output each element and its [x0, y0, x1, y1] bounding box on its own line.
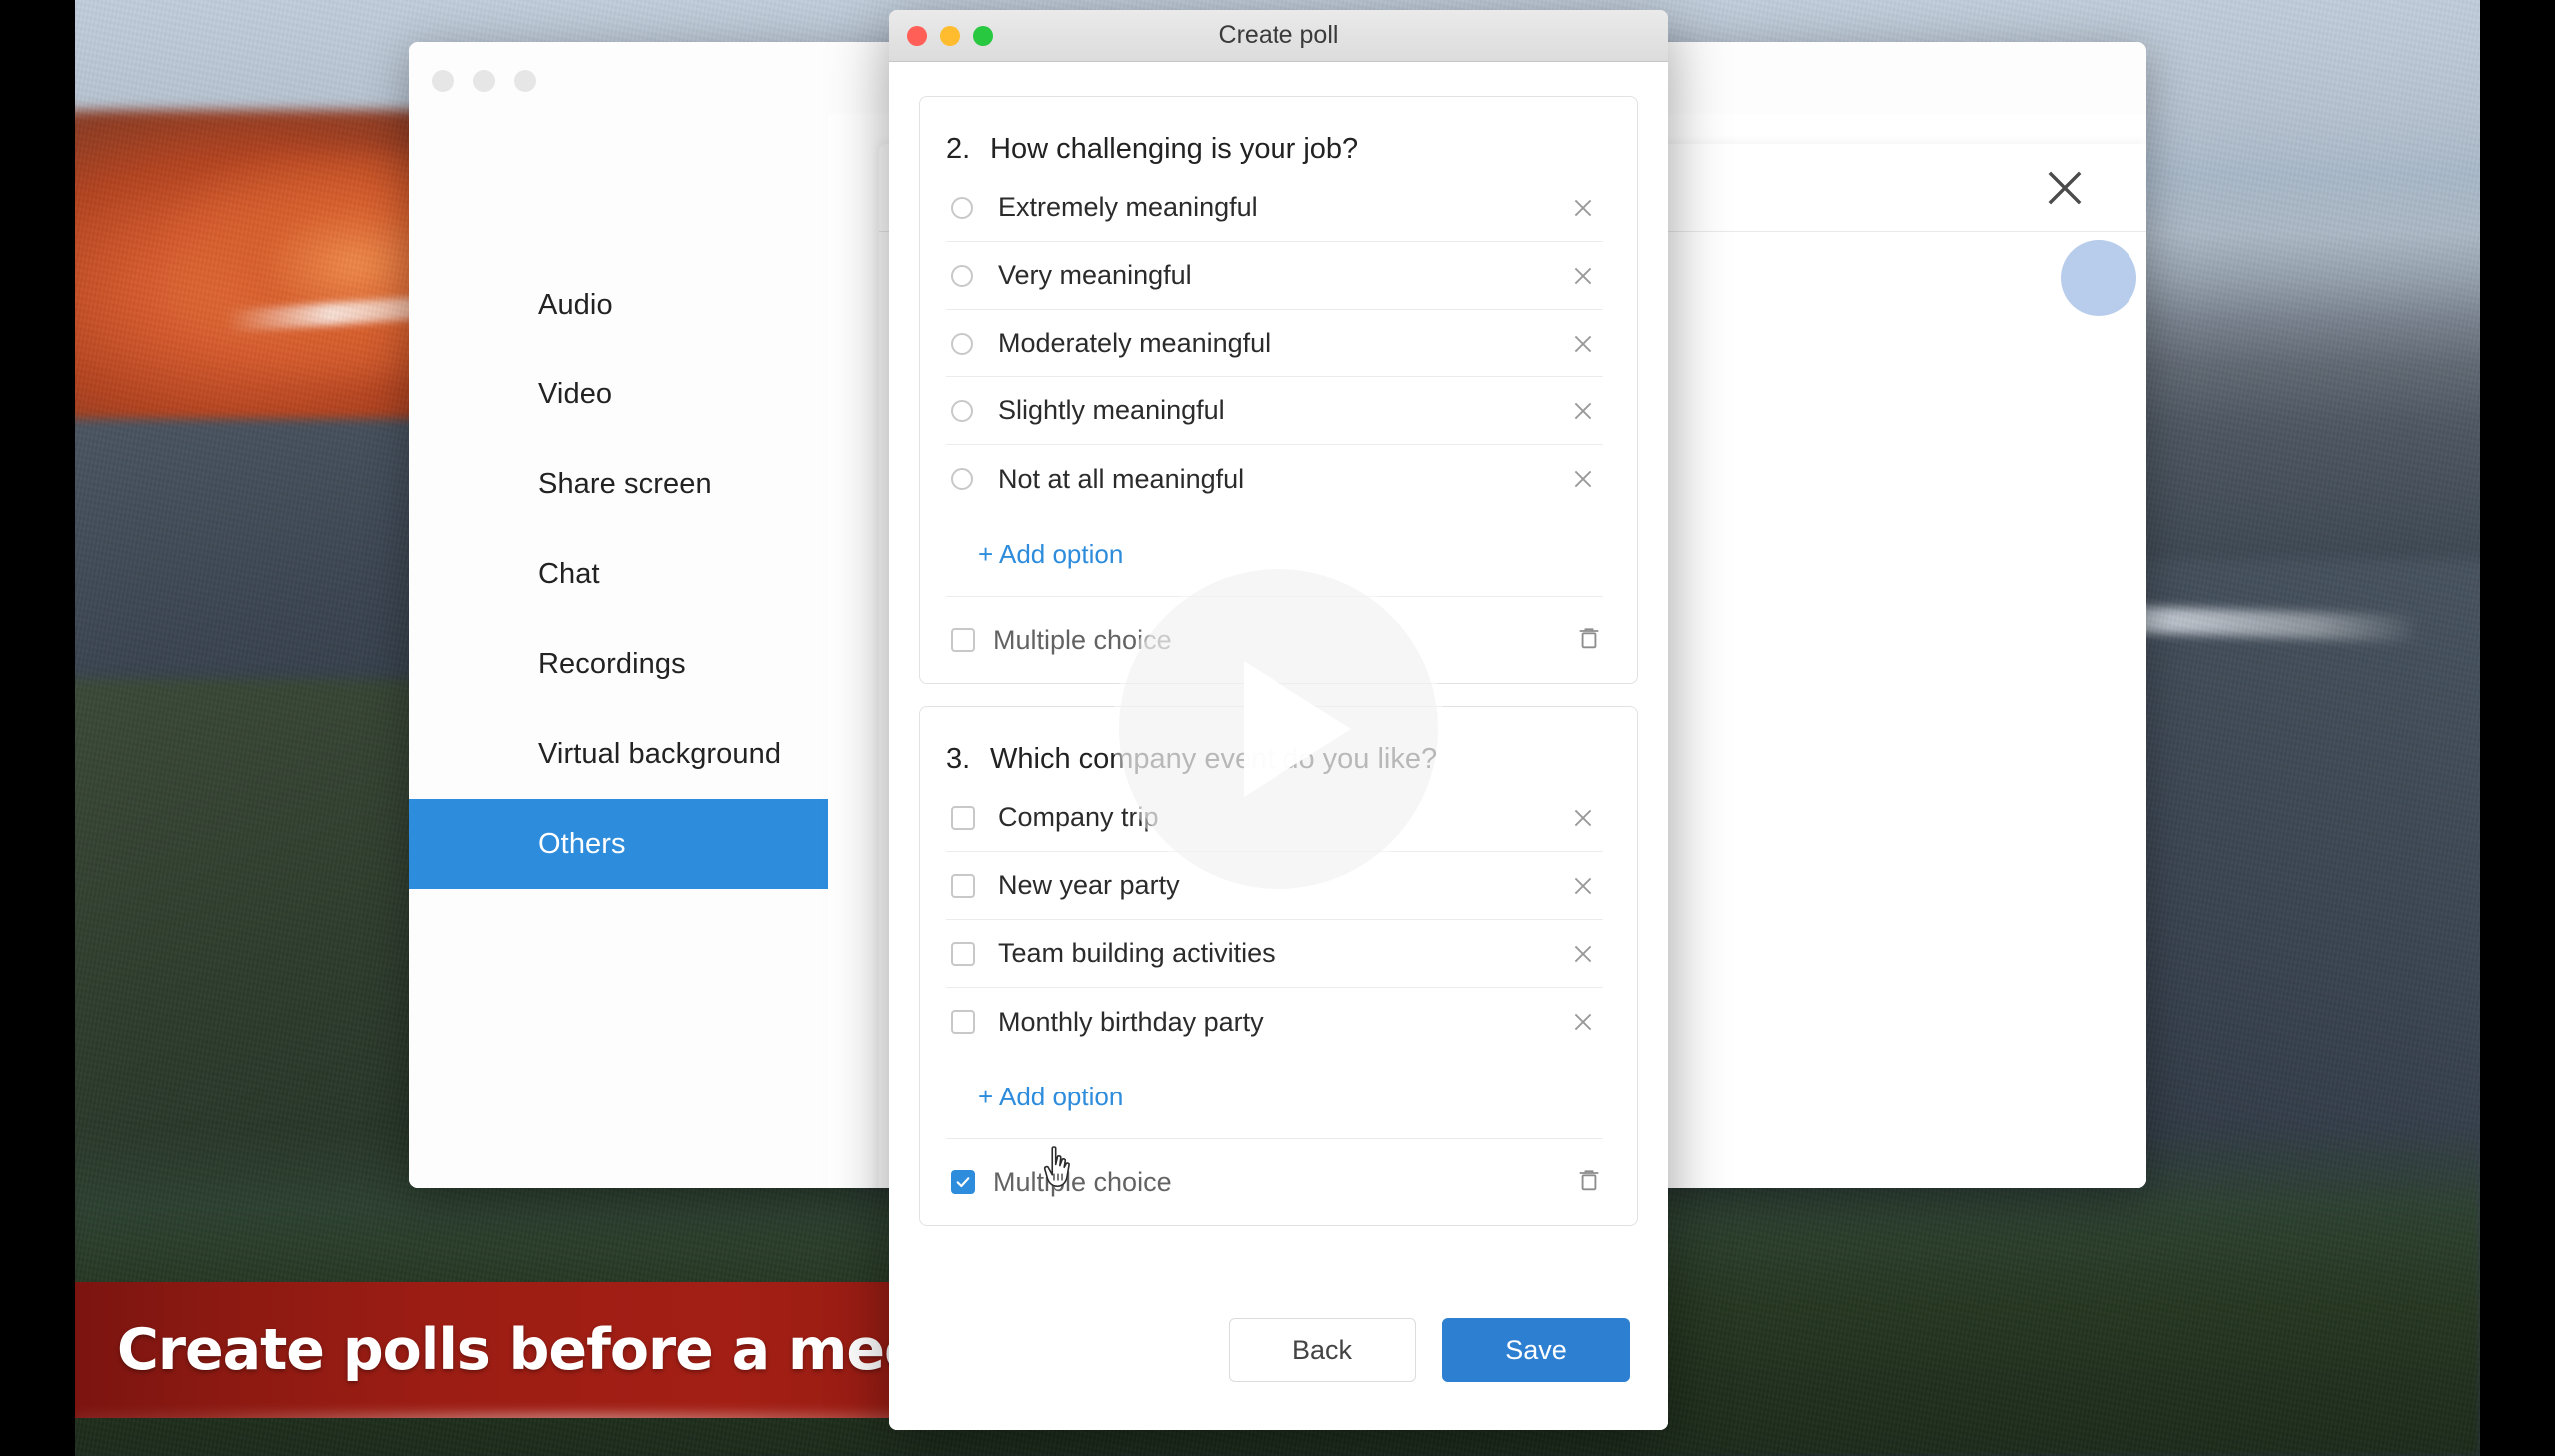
- minimize-button-icon[interactable]: [473, 70, 495, 92]
- close-button-icon[interactable]: [432, 70, 454, 92]
- sidebar-item-label: Chat: [538, 557, 600, 590]
- option-row[interactable]: Very meaningful: [946, 242, 1603, 310]
- sidebar-item-label: Video: [538, 377, 613, 410]
- option-row[interactable]: Extremely meaningful: [946, 174, 1603, 242]
- sidebar-item-label: Virtual background: [538, 737, 782, 770]
- checkbox-icon[interactable]: [946, 805, 990, 830]
- multiple-choice-checkbox[interactable]: [951, 1170, 975, 1194]
- radio-icon[interactable]: [946, 332, 990, 355]
- multiple-choice-checkbox[interactable]: [951, 628, 975, 652]
- multiple-choice-label: Multiple choice: [993, 624, 1172, 655]
- option-label[interactable]: Slightly meaningful: [990, 395, 1563, 426]
- remove-option-icon[interactable]: [1563, 805, 1603, 831]
- screen-root: Audio Video Share screen Chat Recordings…: [0, 0, 2555, 1456]
- option-row[interactable]: Not at all meaningful: [946, 445, 1603, 513]
- dialog-traffic-lights[interactable]: [907, 26, 993, 46]
- sidebar-item-others[interactable]: Others: [409, 799, 828, 889]
- minimize-button-icon[interactable]: [940, 26, 960, 46]
- remove-option-icon[interactable]: [1563, 398, 1603, 424]
- option-label[interactable]: Extremely meaningful: [990, 192, 1563, 223]
- dialog-titlebar: Create poll: [889, 10, 1668, 62]
- remove-option-icon[interactable]: [1563, 1009, 1603, 1035]
- sidebar-item-label: Audio: [538, 288, 613, 321]
- option-label[interactable]: New year party: [990, 870, 1563, 901]
- option-row[interactable]: Company trip: [946, 784, 1603, 852]
- zoom-button-icon[interactable]: [514, 70, 536, 92]
- save-button[interactable]: Save: [1442, 1318, 1630, 1382]
- question-card: 3. Which company event do you like? Comp…: [919, 706, 1638, 1226]
- option-row[interactable]: Slightly meaningful: [946, 377, 1603, 445]
- question-title[interactable]: Which company event do you like?: [990, 743, 1437, 776]
- remove-option-icon[interactable]: [1563, 195, 1603, 221]
- radio-icon[interactable]: [946, 196, 990, 219]
- sidebar-item-chat[interactable]: Chat: [409, 529, 828, 619]
- option-label[interactable]: Team building activities: [990, 938, 1563, 969]
- add-option-button[interactable]: + Add option: [946, 1056, 1603, 1139]
- sidebar-item-label: Share screen: [538, 467, 712, 500]
- multiple-choice-row[interactable]: Multiple choice: [920, 1139, 1637, 1225]
- zoom-button-icon[interactable]: [973, 26, 993, 46]
- dialog-content: 2. How challenging is your job? Extremel…: [889, 62, 1668, 1270]
- sidebar-item-video[interactable]: Video: [409, 350, 828, 439]
- dialog-footer: Back Save: [889, 1270, 1668, 1430]
- sidebar-item-label: Recordings: [538, 647, 686, 680]
- checkbox-icon[interactable]: [946, 873, 990, 898]
- question-header: 2. How challenging is your job?: [920, 97, 1637, 174]
- option-list: Extremely meaningful Very meaningful Mod…: [920, 174, 1637, 513]
- back-button[interactable]: Back: [1229, 1318, 1416, 1382]
- sidebar-item-share-screen[interactable]: Share screen: [409, 439, 828, 529]
- close-button-icon[interactable]: [907, 26, 927, 46]
- option-list: Company trip New year party Team buildin…: [920, 784, 1637, 1056]
- dialog-title: Create poll: [1218, 21, 1339, 49]
- delete-question-icon[interactable]: [1575, 624, 1603, 657]
- sidebar-item-audio[interactable]: Audio: [409, 260, 828, 350]
- option-row[interactable]: New year party: [946, 852, 1603, 920]
- question-card: 2. How challenging is your job? Extremel…: [919, 96, 1638, 684]
- option-label[interactable]: Company trip: [990, 802, 1563, 833]
- settings-traffic-lights[interactable]: [432, 70, 536, 92]
- remove-option-icon[interactable]: [1563, 331, 1603, 357]
- question-number: 3.: [946, 743, 971, 775]
- mouse-cursor: [1039, 1146, 1077, 1192]
- remove-option-icon[interactable]: [1563, 873, 1603, 899]
- close-icon[interactable]: [2039, 162, 2091, 214]
- add-question-button[interactable]: + Add question: [919, 1248, 1638, 1270]
- question-title[interactable]: How challenging is your job?: [990, 133, 1358, 166]
- settings-sidebar: Audio Video Share screen Chat Recordings…: [409, 114, 828, 1188]
- question-header: 3. Which company event do you like?: [920, 707, 1637, 784]
- radio-icon[interactable]: [946, 468, 990, 490]
- radio-icon[interactable]: [946, 399, 990, 422]
- remove-option-icon[interactable]: [1563, 466, 1603, 492]
- radio-icon[interactable]: [946, 264, 990, 287]
- sidebar-item-recordings[interactable]: Recordings: [409, 619, 828, 709]
- checkbox-icon[interactable]: [946, 941, 990, 966]
- remove-option-icon[interactable]: [1563, 263, 1603, 289]
- remove-option-icon[interactable]: [1563, 941, 1603, 967]
- sidebar-item-virtual-background[interactable]: Virtual background: [409, 709, 828, 799]
- multiple-choice-row[interactable]: Multiple choice: [920, 597, 1637, 683]
- option-label[interactable]: Very meaningful: [990, 260, 1563, 291]
- option-label[interactable]: Not at all meaningful: [990, 464, 1563, 495]
- checkbox-icon[interactable]: [946, 1010, 990, 1034]
- option-label[interactable]: Monthly birthday party: [990, 1007, 1563, 1038]
- create-poll-dialog[interactable]: Create poll 2. How challenging is your j…: [889, 10, 1668, 1430]
- option-label[interactable]: Moderately meaningful: [990, 328, 1563, 359]
- add-option-button[interactable]: + Add option: [946, 513, 1603, 597]
- question-number: 2.: [946, 133, 971, 165]
- option-row[interactable]: Team building activities: [946, 920, 1603, 988]
- sidebar-item-label: Others: [538, 827, 626, 860]
- avatar[interactable]: [2061, 240, 2136, 316]
- option-row[interactable]: Monthly birthday party: [946, 988, 1603, 1056]
- option-row[interactable]: Moderately meaningful: [946, 310, 1603, 377]
- delete-question-icon[interactable]: [1575, 1166, 1603, 1199]
